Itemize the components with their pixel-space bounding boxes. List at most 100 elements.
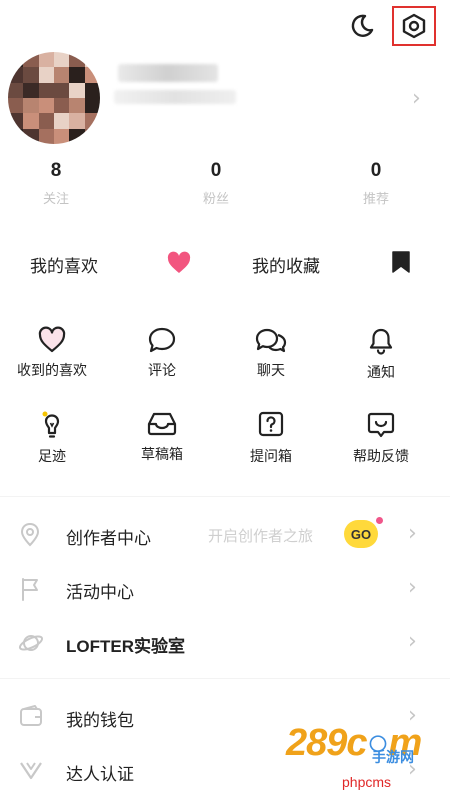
settings-button[interactable]	[392, 6, 436, 46]
avatar-mosaic-tile	[38, 128, 54, 144]
section-divider	[0, 496, 450, 497]
grid-item-footprints[interactable]: 足迹	[0, 410, 107, 466]
avatar-mosaic-tile	[23, 113, 39, 129]
menu-label: 活动中心	[66, 583, 134, 603]
avatar-mosaic-tile	[84, 67, 100, 83]
grid-item-chat[interactable]: 聊天	[216, 326, 326, 380]
stat-following[interactable]: 8 关注	[6, 160, 106, 207]
stat-label: 粉丝	[202, 192, 229, 207]
stat-label: 关注	[42, 192, 69, 207]
avatar-mosaic-tile	[38, 52, 54, 68]
favorites-row: 我的喜欢 我的收藏	[0, 236, 450, 290]
bookmark-icon	[392, 251, 410, 273]
grid-item-label: 通知	[367, 365, 395, 381]
avatar-mosaic-tile	[23, 52, 39, 68]
stats-row: 8 关注 0 粉丝 0 推荐	[0, 160, 450, 216]
menu-lofter-lab[interactable]: LOFTER实验室 ›	[0, 618, 450, 668]
my-likes-button[interactable]: 我的喜欢	[30, 252, 98, 277]
location-pin-icon	[20, 522, 40, 547]
chevron-right-icon: ›	[408, 521, 417, 546]
grid-item-drafts[interactable]: 草稿箱	[107, 410, 217, 464]
inbox-tray-icon	[147, 412, 177, 436]
avatar-mosaic-tile	[53, 113, 70, 129]
grid-item-received-likes[interactable]: 收到的喜欢	[0, 326, 107, 380]
notification-dot	[374, 515, 385, 526]
grid-item-label: 帮助反馈	[353, 449, 409, 465]
avatar-mosaic-tile	[53, 97, 70, 114]
avatar-mosaic-tile	[53, 52, 70, 68]
stat-value: 8	[50, 160, 62, 181]
chat-bubbles-icon	[255, 328, 287, 353]
menu-creator-center[interactable]: 创作者中心 开启创作者之旅 GO ›	[0, 510, 450, 560]
top-bar	[0, 0, 450, 50]
avatar-mosaic-tile	[84, 52, 100, 68]
heart-icon	[167, 251, 191, 273]
planet-icon	[18, 635, 44, 651]
avatar-mosaic-tile	[38, 67, 54, 83]
menu-activity-center[interactable]: 活动中心 ›	[0, 564, 450, 614]
profile-header[interactable]: ›	[0, 50, 450, 150]
avatar-mosaic-tile	[69, 67, 85, 83]
avatar-mosaic-tile	[69, 128, 85, 144]
grid-item-comments[interactable]: 评论	[107, 326, 217, 380]
avatar-mosaic-tile	[8, 67, 24, 83]
flag-icon	[22, 578, 38, 601]
watermark-subtitle: 手游网	[372, 750, 414, 766]
avatar-mosaic-tile	[8, 82, 24, 98]
feedback-icon	[367, 412, 395, 438]
stat-label: 推荐	[362, 192, 389, 207]
avatar-mosaic-tile	[23, 82, 39, 98]
avatar[interactable]	[8, 52, 100, 144]
grid-item-help-feedback[interactable]: 帮助反馈	[326, 410, 436, 466]
avatar-mosaic-tile	[8, 52, 24, 68]
moon-icon[interactable]	[348, 12, 376, 40]
chevron-right-icon: ›	[412, 86, 421, 111]
avatar-mosaic-tile	[69, 82, 85, 98]
avatar-mosaic-tile	[38, 82, 54, 98]
chevron-right-icon: ›	[408, 575, 417, 600]
grid-item-label: 草稿箱	[141, 447, 183, 463]
avatar-mosaic-tile	[84, 82, 100, 98]
section-divider	[0, 678, 450, 679]
grid-item-label: 足迹	[38, 449, 66, 465]
grid-item-label: 提问箱	[250, 449, 292, 465]
stat-value: 0	[210, 160, 222, 181]
avatar-mosaic-tile	[84, 97, 100, 114]
watermark-logo-c: c	[346, 722, 367, 764]
go-badge[interactable]: GO	[344, 520, 378, 548]
user-id-blurred	[114, 90, 236, 104]
avatar-mosaic-tile	[53, 82, 70, 98]
grid-item-question-box[interactable]: 提问箱	[216, 410, 326, 466]
avatar-mosaic-tile	[84, 113, 100, 129]
question-box-icon	[258, 411, 284, 437]
grid-item-label: 聊天	[257, 363, 285, 379]
avatar-mosaic-tile	[23, 67, 39, 83]
username-blurred	[118, 64, 218, 82]
menu-label: LOFTER实验室	[66, 637, 185, 656]
gear-icon	[402, 13, 426, 39]
avatar-mosaic-tile	[69, 113, 85, 129]
bell-icon	[369, 328, 393, 355]
avatar-mosaic-tile	[23, 97, 39, 114]
avatar-mosaic-tile	[38, 97, 54, 114]
stat-followers[interactable]: 0 粉丝	[166, 160, 266, 207]
menu-label: 达人认证	[66, 765, 134, 785]
comment-bubble-icon	[148, 327, 176, 353]
avatar-mosaic-tile	[38, 113, 54, 129]
watermark-logo-digits: 289	[286, 722, 347, 764]
avatar-mosaic-tile	[23, 128, 39, 144]
menu-label: 创作者中心	[66, 529, 151, 549]
avatar-mosaic-tile	[53, 67, 70, 83]
avatar-mosaic-tile	[8, 97, 24, 114]
my-collections-button[interactable]: 我的收藏	[252, 252, 320, 277]
footprint-bulb-icon	[42, 411, 60, 438]
grid-item-label: 收到的喜欢	[17, 363, 87, 379]
avatar-mosaic-tile	[8, 128, 24, 144]
menu-label: 我的钱包	[66, 711, 134, 731]
creator-hint-text: 开启创作者之旅	[208, 527, 314, 545]
stat-recommend[interactable]: 0 推荐	[326, 160, 426, 207]
avatar-mosaic-tile	[69, 52, 85, 68]
chevron-right-icon: ›	[408, 629, 417, 654]
avatar-mosaic-tile	[84, 128, 100, 144]
grid-item-notifications[interactable]: 通知	[326, 326, 436, 382]
